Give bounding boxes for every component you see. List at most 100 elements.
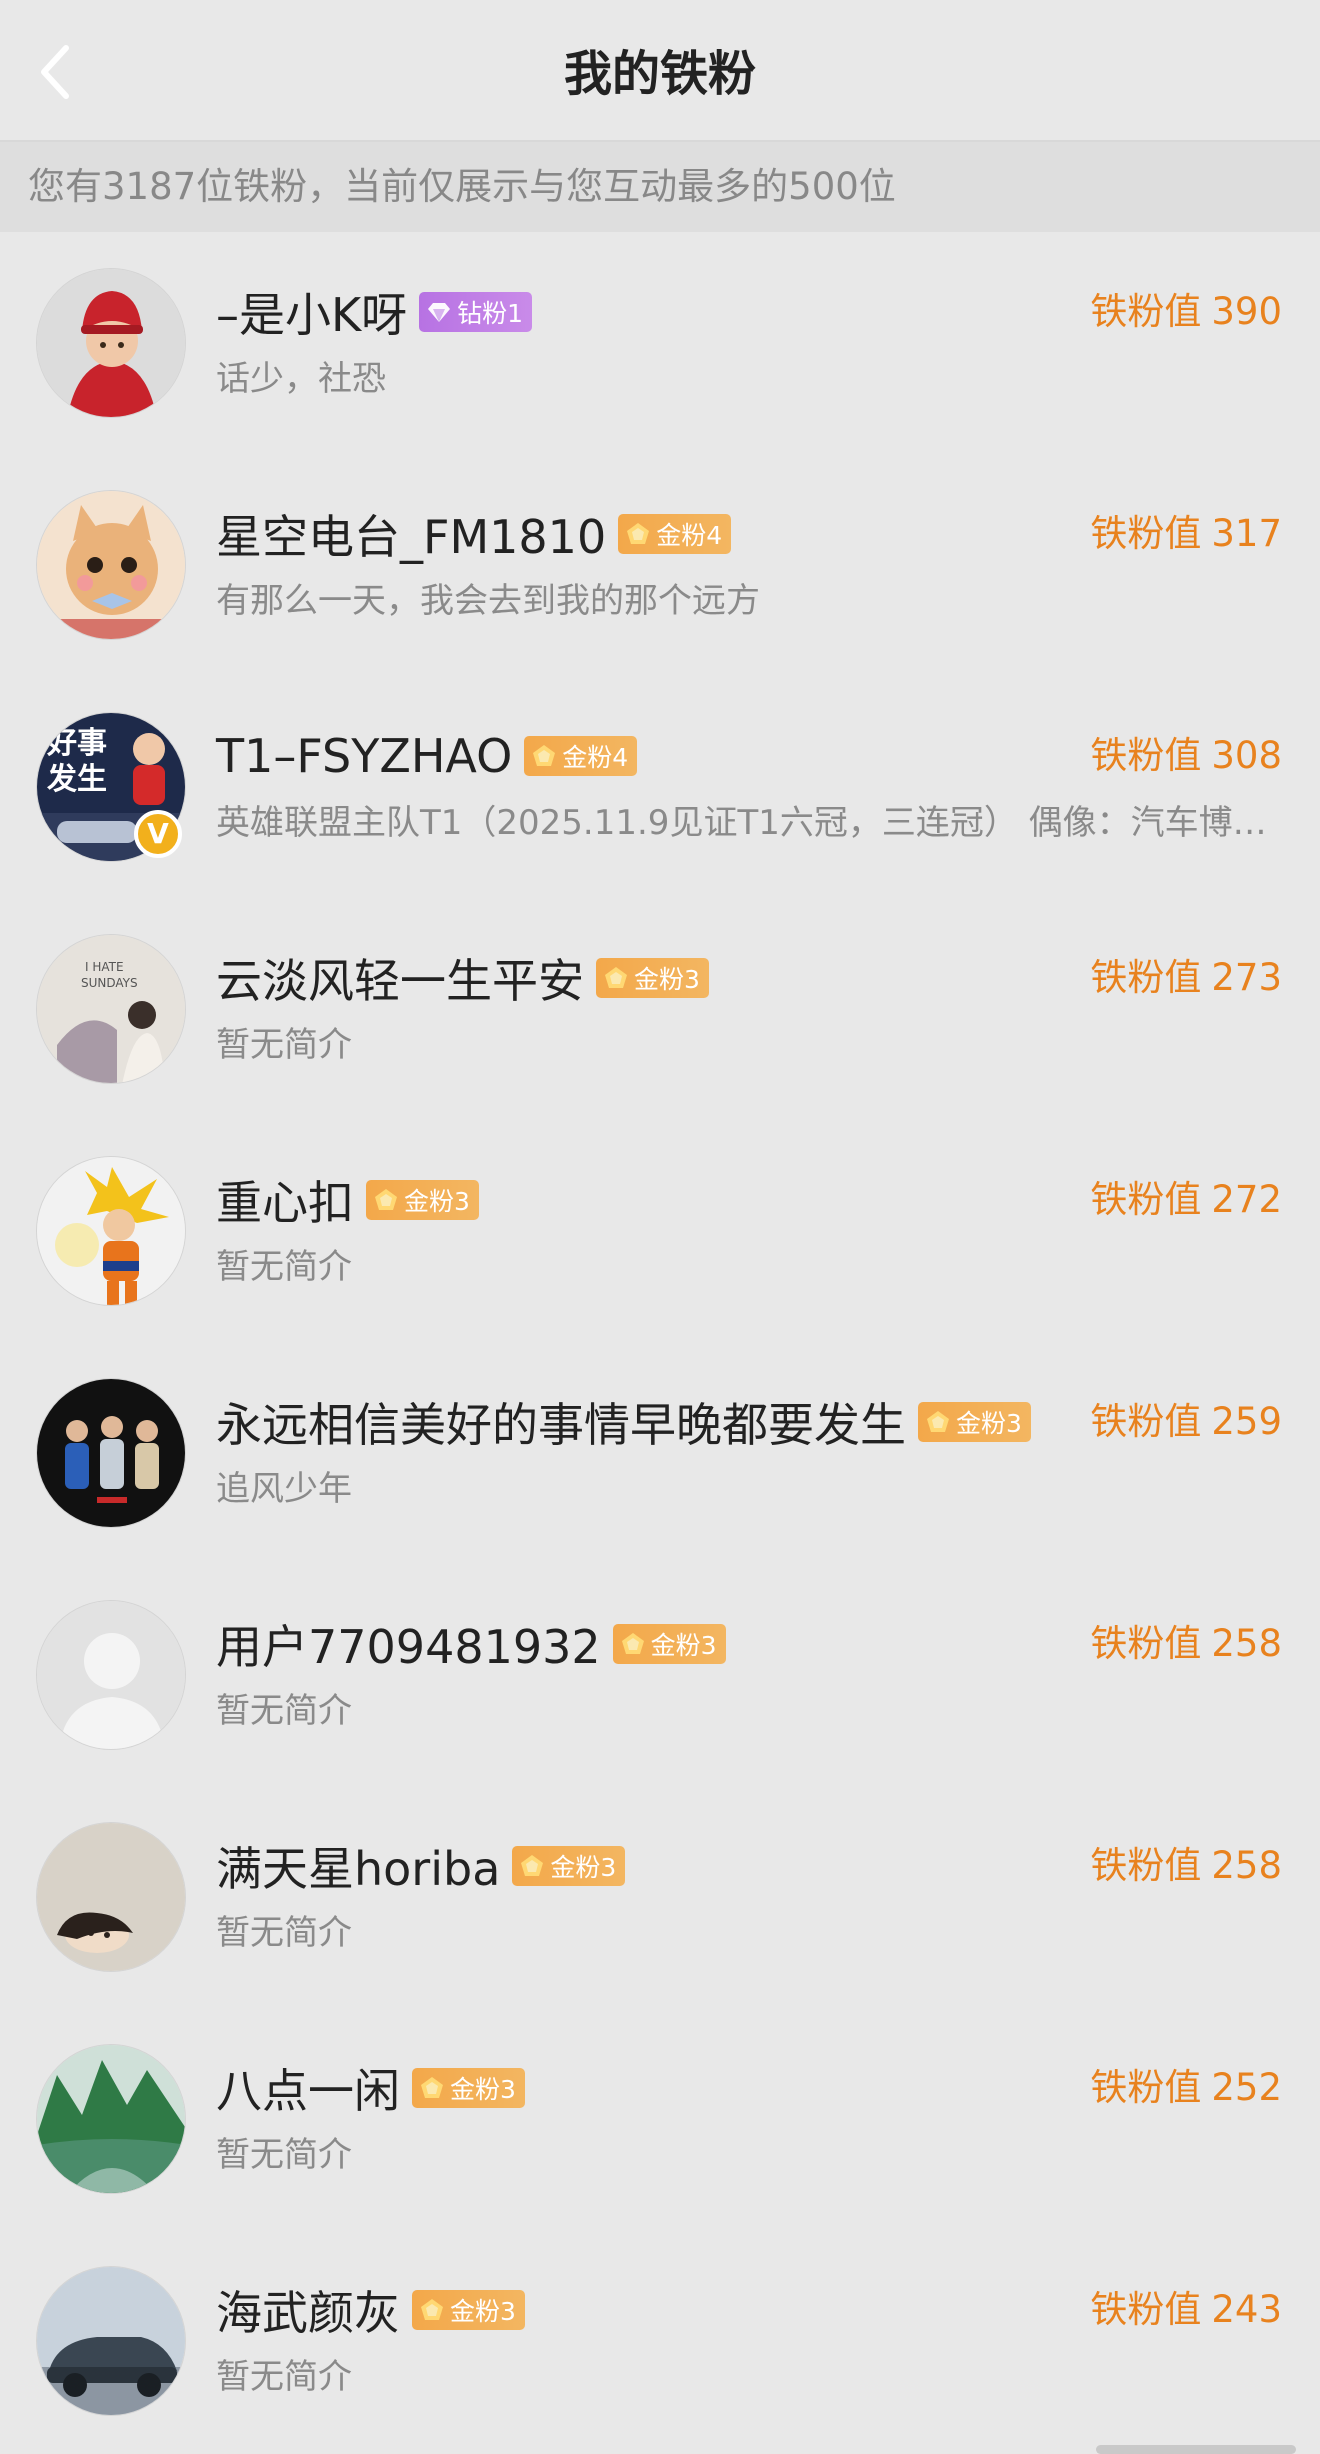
fan-bio: 暂无简介 [216,1913,352,1953]
fan-level-badge: 金粉4 [618,514,732,554]
fan-row[interactable]: I HATE SUNDAYS 云淡风轻一生平安 金粉3 铁粉值 273 暂无简介 [0,898,1320,1120]
score-label: 铁粉值 [1090,1400,1202,1443]
fan-row[interactable]: 重心扣 金粉3 铁粉值 272 暂无简介 [0,1120,1320,1342]
score-value: 272 [1211,1178,1282,1221]
badge-label: 金粉3 [956,1409,1022,1438]
fan-score: 铁粉值 390 [1090,282,1282,342]
fan-name: 海武颜灰 [216,2286,400,2340]
fan-score: 铁粉值 317 [1090,504,1282,564]
fan-row[interactable]: 好事 发生 V T1–FSYZHAO 金粉4 铁粉值 308 英雄联盟主队T1（… [0,676,1320,898]
avatar[interactable] [36,1156,186,1306]
fan-row[interactable]: 永远相信美好的事情早晚都要发生 金粉3 铁粉值 259 追风少年 [0,1342,1320,1564]
back-button[interactable] [24,34,94,104]
fan-name: –是小K呀 [216,288,408,342]
score-value: 258 [1211,1622,1282,1665]
verified-icon: V [134,810,182,858]
badge-label: 金粉3 [450,2075,516,2104]
fan-level-badge: 金粉4 [524,736,638,776]
fan-bio: 有那么一天，我会去到我的那个远方 [216,581,760,621]
badge-label: 金粉3 [634,965,700,994]
diamond-icon [425,298,453,326]
fan-score: 铁粉值 273 [1090,948,1282,1008]
avatar[interactable] [36,2266,186,2416]
crown-icon [372,1186,400,1214]
fan-bio: 暂无简介 [216,1691,352,1731]
fan-level-badge: 金粉3 [918,1402,1031,1442]
score-value: 390 [1211,290,1282,333]
fan-name-line: 永远相信美好的事情早晚都要发生 金粉3 [216,1392,1031,1452]
crown-icon [624,520,652,548]
fan-name: 用户7709481932 [216,1620,601,1674]
fan-name: T1–FSYZHAO [216,729,513,783]
fan-name: 满天星horiba [216,1842,501,1896]
home-indicator [1096,2445,1296,2454]
fan-name-line: 重心扣 金粉3 [216,1170,479,1230]
fan-level-badge: 钻粉1 [419,292,533,332]
fan-name-line: 星空电台_FM1810 金粉4 [216,504,732,564]
fan-bio: 暂无简介 [216,2357,352,2397]
fan-bio: 追风少年 [216,1469,352,1509]
crown-icon [518,1852,546,1880]
score-label: 铁粉值 [1090,290,1202,333]
badge-label: 金粉3 [550,1853,617,1882]
badge-label: 钻粉1 [457,299,524,328]
fan-row[interactable]: 海武颜灰 金粉3 铁粉值 243 暂无简介 [0,2230,1320,2452]
avatar[interactable] [36,490,186,640]
fan-name-line: T1–FSYZHAO 金粉4 [216,726,638,786]
score-label: 铁粉值 [1090,2288,1202,2331]
fan-row[interactable]: 用户7709481932 金粉3 铁粉值 258 暂无简介 [0,1564,1320,1786]
avatar[interactable] [36,268,186,418]
fan-score: 铁粉值 252 [1090,2058,1282,2118]
score-label: 铁粉值 [1090,2066,1202,2109]
fan-name-line: 满天星horiba 金粉3 [216,1836,626,1896]
fan-score: 铁粉值 308 [1090,726,1282,786]
score-value: 273 [1211,956,1282,999]
avatar[interactable] [36,1822,186,1972]
fan-score: 铁粉值 259 [1090,1392,1282,1452]
score-label: 铁粉值 [1090,956,1202,999]
fan-name: 八点一闲 [216,2064,400,2118]
badge-label: 金粉3 [450,2297,516,2326]
fan-row[interactable]: –是小K呀 钻粉1 铁粉值 390 话少，社恐 [0,232,1320,454]
fan-bio: 话少，社恐 [216,359,386,399]
score-label: 铁粉值 [1090,1844,1202,1887]
fan-bio: 暂无简介 [216,2135,352,2175]
fan-name: 云淡风轻一生平安 [216,954,584,1008]
fan-row[interactable]: 满天星horiba 金粉3 铁粉值 258 暂无简介 [0,1786,1320,2008]
badge-label: 金粉3 [404,1187,470,1216]
avatar[interactable]: I HATE SUNDAYS [36,934,186,1084]
fan-name-line: 八点一闲 金粉3 [216,2058,525,2118]
fan-name-line: 用户7709481932 金粉3 [216,1614,726,1674]
avatar[interactable] [36,1600,186,1750]
crown-icon [602,964,630,992]
illustration-text: I HATE [85,960,124,974]
fan-name-line: –是小K呀 钻粉1 [216,282,533,342]
crown-icon [924,1408,952,1436]
fan-row[interactable]: 星空电台_FM1810 金粉4 铁粉值 317 有那么一天，我会去到我的那个远方 [0,454,1320,676]
score-value: 252 [1211,2066,1282,2109]
avatar[interactable] [36,2044,186,2194]
fan-score: 铁粉值 272 [1090,1170,1282,1230]
badge-label: 金粉4 [656,521,723,550]
score-label: 铁粉值 [1090,1178,1202,1221]
score-value: 308 [1211,734,1282,777]
fan-level-badge: 金粉3 [612,1624,726,1664]
score-label: 铁粉值 [1090,734,1202,777]
fan-bio: 英雄联盟主队T1（2025.11.9见证T1六冠，三连冠） 偶像：汽车博主 路人… [216,803,1282,843]
fan-row[interactable]: 八点一闲 金粉3 铁粉值 252 暂无简介 [0,2008,1320,2230]
fan-level-badge: 金粉3 [596,958,709,998]
fan-name-line: 海武颜灰 金粉3 [216,2280,525,2340]
fan-bio: 暂无简介 [216,1025,352,1065]
score-label: 铁粉值 [1090,512,1202,555]
page-title: 我的铁粉 [563,46,756,102]
fan-score: 铁粉值 258 [1090,1836,1282,1896]
crown-icon [418,2074,446,2102]
fans-page: 我的铁粉 您有3187位铁粉，当前仅展示与您互动最多的500位 –是小K呀 钻粉… [0,0,1320,2454]
badge-label: 金粉3 [650,1631,717,1660]
fan-score: 铁粉值 258 [1090,1614,1282,1674]
fan-bio: 暂无简介 [216,1247,352,1287]
poster-text: 好事 [46,726,107,761]
avatar[interactable] [36,1378,186,1528]
fans-notice: 您有3187位铁粉，当前仅展示与您互动最多的500位 [0,142,1320,232]
fan-level-badge: 金粉3 [366,1180,479,1220]
